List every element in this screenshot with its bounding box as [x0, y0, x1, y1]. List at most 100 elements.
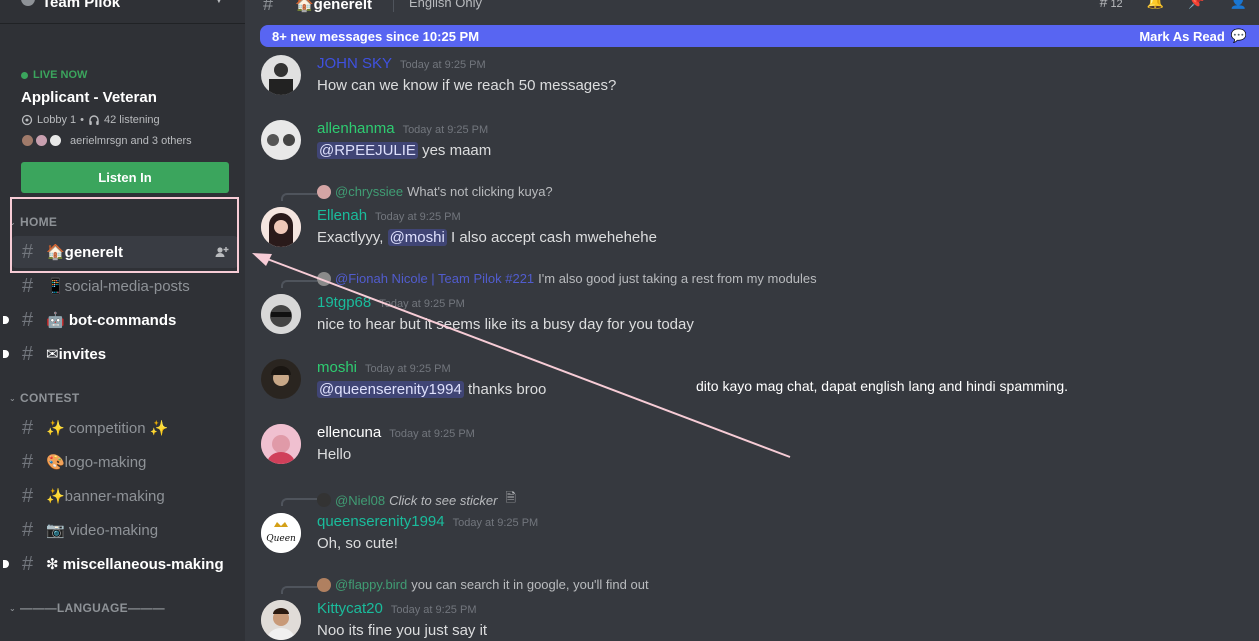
- message: Ellenah Today at 9:25 PM Exactlyyy, @mosh…: [245, 207, 1245, 257]
- avatar: [35, 134, 48, 147]
- timestamp: Today at 9:25 PM: [390, 604, 477, 616]
- message-content: Hello: [317, 446, 352, 463]
- username-text: allenhanma: [317, 120, 395, 137]
- channel-competition[interactable]: # ✨ competition ✨: [12, 412, 238, 444]
- timestamp: Today at 9:25 PM: [452, 517, 539, 529]
- svg-text:Queen: Queen: [266, 534, 296, 544]
- avatar: [317, 577, 331, 592]
- channel-logo-making[interactable]: # 🎨logo-making: [12, 446, 238, 478]
- message: 19tgp68 Today at 9:25 PM nice to hear but…: [245, 294, 1245, 344]
- username-text: ellencuna: [317, 424, 382, 441]
- category-language[interactable]: ⌄ ———LANGUAGE———: [9, 601, 165, 615]
- text-channel-icon: #: [263, 0, 274, 14]
- server-icon: [21, 0, 35, 6]
- channel-sidebar: Team Pilok ▼ LIVE NOW Applicant - Vetera…: [0, 0, 245, 641]
- server-header[interactable]: Team Pilok ▼: [0, 0, 245, 24]
- channel-label: 📱social-media-posts: [46, 278, 190, 295]
- header-divider: [393, 0, 394, 12]
- username-text: 19tgp68: [317, 294, 372, 311]
- members-icon[interactable]: 👤: [1230, 0, 1247, 10]
- username[interactable]: ellencuna Today at 9:25 PM: [317, 424, 475, 441]
- timestamp: Today at 9:25 PM: [365, 363, 451, 375]
- channel-bot-commands[interactable]: # 🤖 bot-commands: [12, 304, 238, 336]
- server-name: Team Pilok: [42, 0, 121, 11]
- channel-topic: English Only: [409, 0, 482, 10]
- reply-preview[interactable]: @Niel08 Click to see sticker 🗎: [317, 489, 516, 511]
- message-content: nice to hear but it seems like its a bus…: [317, 316, 694, 333]
- text-channel-icon: #: [22, 342, 34, 365]
- meta-separator: •: [80, 114, 85, 126]
- timestamp: Today at 9:25 PM: [400, 59, 486, 71]
- user-mention[interactable]: @queenserenity1994: [317, 381, 464, 398]
- category-contest[interactable]: ⌄ CONTEST: [9, 391, 79, 405]
- avatar[interactable]: [261, 55, 301, 95]
- bell-icon[interactable]: 🔔: [1147, 0, 1164, 10]
- reply-preview[interactable]: @flappy.bird you can search it in google…: [317, 577, 649, 592]
- channel-label: ✨ competition ✨: [46, 420, 169, 437]
- avatar[interactable]: [261, 120, 301, 160]
- text-channel-icon: #: [22, 308, 34, 331]
- stage-icon: [21, 114, 33, 126]
- chevron-down-icon: ⌄: [9, 393, 17, 403]
- new-messages-banner[interactable]: 8+ new messages since 10:25 PM Mark As R…: [260, 25, 1259, 47]
- channel-social-media-posts[interactable]: # 📱social-media-posts: [12, 270, 238, 302]
- stage-channel-name: Lobby 1: [37, 114, 77, 126]
- reply-preview[interactable]: @Fionah Nicole | Team Pilok #221 I'm als…: [317, 271, 817, 286]
- mark-as-read-label: Mark As Read: [1139, 28, 1225, 44]
- username[interactable]: 19tgp68 Today at 9:25 PM: [317, 294, 465, 311]
- channel-banner-making[interactable]: # ✨banner-making: [12, 480, 238, 512]
- timestamp: Today at 9:25 PM: [402, 124, 489, 136]
- avatar[interactable]: [261, 600, 301, 640]
- avatar[interactable]: [261, 294, 301, 334]
- message-text: yes maam: [417, 142, 492, 159]
- avatar: [317, 271, 331, 286]
- avatar[interactable]: [261, 359, 301, 399]
- channel-header: # 🏠generelt English Only #12 🔔 📌 👤: [245, 0, 1259, 14]
- channel-label: ✨banner-making: [46, 488, 165, 505]
- timestamp: Today at 9:25 PM: [375, 211, 461, 223]
- listen-in-button[interactable]: Listen In: [21, 162, 229, 193]
- username[interactable]: queenserenity1994 Today at 9:25 PM: [317, 513, 538, 530]
- headphones-icon: [89, 115, 99, 125]
- user-mention[interactable]: @RPEEJULIE: [317, 142, 418, 159]
- channel-video-making[interactable]: # 📷 video-making: [12, 514, 238, 546]
- reply-username: @chryssiee: [335, 184, 404, 199]
- threads-icon[interactable]: #12: [1100, 0, 1123, 10]
- message: ellencuna Today at 9:25 PM Hello: [245, 424, 1245, 474]
- annotation-highlight-box: [10, 197, 239, 273]
- username-text: Ellenah: [317, 207, 368, 224]
- live-status: LIVE NOW: [33, 69, 88, 81]
- reply-text: What's not clicking kuya?: [407, 184, 553, 199]
- avatar: [317, 493, 331, 507]
- user-mention[interactable]: @moshi: [387, 229, 447, 246]
- message-content: @queenserenity1994 thanks broo: [317, 381, 546, 398]
- category-label: ———LANGUAGE———: [20, 601, 165, 615]
- timestamp: Today at 9:25 PM: [379, 298, 465, 310]
- channel-miscellaneous-making[interactable]: # ❇ miscellaneous-making: [12, 548, 238, 580]
- chevron-down-icon: ⌄: [9, 603, 17, 613]
- header-toolbar: #12 🔔 📌 👤: [1100, 0, 1247, 10]
- avatar[interactable]: [261, 424, 301, 464]
- mark-as-read-button[interactable]: Mark As Read 💬: [1139, 28, 1247, 44]
- username[interactable]: moshi Today at 9:25 PM: [317, 359, 451, 376]
- chevron-down-icon[interactable]: ▼: [213, 0, 225, 6]
- avatar: [317, 184, 331, 199]
- username[interactable]: allenhanma Today at 9:25 PM: [317, 120, 488, 137]
- text-channel-icon: #: [22, 416, 34, 439]
- channel-invites[interactable]: # ✉invites: [12, 338, 238, 370]
- avatar[interactable]: [261, 207, 301, 247]
- pin-icon[interactable]: 📌: [1188, 0, 1205, 10]
- audience-text: aerielmrsgn and 3 others: [70, 134, 192, 147]
- reply-preview[interactable]: @chryssiee What's not clicking kuya?: [317, 184, 553, 199]
- username[interactable]: Kittycat20 Today at 9:25 PM: [317, 600, 476, 617]
- username[interactable]: JOHN SKY Today at 9:25 PM: [317, 55, 486, 72]
- listening-count: 42 listening: [104, 114, 160, 126]
- avatar[interactable]: Queen: [261, 513, 301, 553]
- reply-username: @flappy.bird: [335, 577, 408, 592]
- channel-title: 🏠generelt: [295, 0, 373, 13]
- stage-title: Applicant - Veteran: [21, 89, 157, 106]
- username-text: Kittycat20: [317, 600, 383, 617]
- reply-connector: [281, 193, 317, 201]
- annotation-text: dito kayo mag chat, dapat english lang a…: [696, 378, 1069, 394]
- username[interactable]: Ellenah Today at 9:25 PM: [317, 207, 461, 224]
